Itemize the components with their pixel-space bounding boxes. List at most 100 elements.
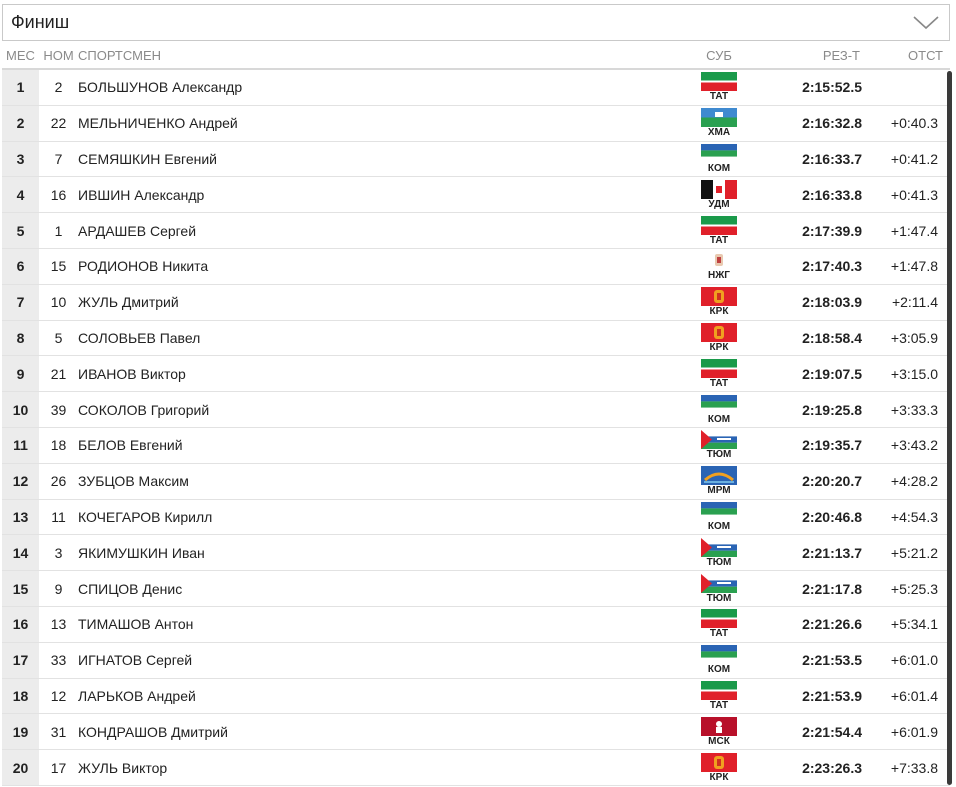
- table-row[interactable]: 10 39 СОКОЛОВ Григорий КОМ 2:19:25.8 +3:33.3: [2, 392, 950, 428]
- header-name[interactable]: СПОРТСМЕН: [78, 48, 684, 63]
- cell-athlete-name[interactable]: БОЛЬШУНОВ Александр: [78, 79, 684, 95]
- cell-region: ТАТ: [684, 609, 754, 639]
- cell-region: КРК: [684, 287, 754, 317]
- header-sub[interactable]: СУБ: [684, 48, 754, 63]
- table-row[interactable]: 12 26 ЗУБЦОВ Максим МРМ 2:20:20.7 +4:28.2: [2, 463, 950, 500]
- cell-athlete-name[interactable]: ИВШИН Александр: [78, 187, 684, 203]
- krk-flag-icon: [701, 287, 737, 307]
- cell-position: 14: [2, 535, 39, 571]
- cell-bib-number: 21: [50, 365, 67, 382]
- cell-gap: +6:01.9: [890, 723, 938, 740]
- cell-athlete-name[interactable]: ЖУЛЬ Виктор: [78, 760, 684, 776]
- tum-flag-icon: [701, 430, 737, 450]
- cell-position: 19: [2, 714, 39, 750]
- table-row[interactable]: 3 7 СЕМЯШКИН Евгений КОМ 2:16:33.7 +0:41.2: [2, 141, 950, 178]
- cell-result: 2:21:26.6: [802, 616, 862, 633]
- table-row[interactable]: 18 12 ЛАРЬКОВ Андрей ТАТ 2:21:53.9 +6:01.4: [2, 678, 950, 715]
- table-row[interactable]: 11 18 БЕЛОВ Евгений ТЮМ 2:19:35.7 +3:43.2: [2, 427, 950, 464]
- cell-result: 2:19:25.8: [802, 401, 862, 418]
- cell-result: 2:15:52.5: [802, 79, 862, 96]
- cell-result: 2:16:32.8: [802, 115, 862, 132]
- cell-region: КОМ: [684, 143, 754, 174]
- region-code: КОМ: [707, 162, 731, 174]
- table-row[interactable]: 17 33 ИГНАТОВ Сергей КОМ 2:21:53.5 +6:01.0: [2, 642, 950, 679]
- tat-flag-icon: [701, 609, 737, 629]
- scrollbar[interactable]: [947, 71, 952, 785]
- cell-athlete-name[interactable]: КОНДРАШОВ Дмитрий: [78, 724, 684, 740]
- kom-flag-icon: [701, 645, 737, 665]
- cell-athlete-name[interactable]: СОКОЛОВ Григорий: [78, 402, 684, 418]
- cell-athlete-name[interactable]: ЗУБЦОВ Максим: [78, 473, 684, 489]
- header-gap[interactable]: ОТСТ: [862, 48, 948, 63]
- cell-position: 8: [2, 320, 39, 356]
- cell-region: МСК: [684, 716, 754, 747]
- region-code: КРК: [709, 771, 729, 783]
- table-row[interactable]: 2 22 МЕЛЬНИЧЕНКО Андрей ХМА 2:16:32.8 +0:40.3: [2, 105, 950, 142]
- cell-position: 11: [2, 427, 39, 463]
- table-row[interactable]: 20 17 ЖУЛЬ Виктор КРК 2:23:26.3 +7:33.8: [2, 750, 950, 786]
- dropdown-label: Финиш: [11, 12, 70, 32]
- cell-gap: +4:54.3: [890, 508, 938, 525]
- table-row[interactable]: 13 11 КОЧЕГАРОВ Кирилл КОМ 2:20:46.8 +4:54.3: [2, 499, 950, 536]
- region-code: КРК: [709, 341, 729, 353]
- cell-athlete-name[interactable]: СЕМЯШКИН Евгений: [78, 151, 684, 167]
- cell-bib-number: 18: [50, 437, 67, 454]
- region-code: ТАТ: [709, 234, 729, 246]
- cell-result: 2:21:17.8: [802, 580, 862, 597]
- table-row[interactable]: 4 16 ИВШИН Александр УДМ 2:16:33.8 +0:41.3: [2, 177, 950, 214]
- kom-flag-icon: [701, 143, 737, 163]
- cell-position: 12: [2, 463, 39, 499]
- header-pos[interactable]: МЕС: [2, 48, 39, 63]
- cell-position: 1: [2, 70, 39, 105]
- region-code: КОМ: [707, 413, 731, 425]
- cell-athlete-name[interactable]: СОЛОВЬЕВ Павел: [78, 330, 684, 346]
- cell-athlete-name[interactable]: ИВАНОВ Виктор: [78, 366, 684, 382]
- table-row[interactable]: 7 10 ЖУЛЬ Дмитрий КРК 2:18:03.9 +2:11.4: [2, 284, 950, 321]
- table-row[interactable]: 6 15 РОДИОНОВ Никита НЖГ 2:17:40.3 +1:47.8: [2, 248, 950, 285]
- header-result[interactable]: РЕЗ-Т: [754, 48, 862, 63]
- cell-position: 18: [2, 678, 39, 714]
- cell-athlete-name[interactable]: ЯКИМУШКИН Иван: [78, 545, 684, 561]
- cell-result: 2:19:35.7: [802, 437, 862, 454]
- table-row[interactable]: 19 31 КОНДРАШОВ Дмитрий МСК 2:21:54.4 +6:01.9: [2, 714, 950, 751]
- table-row[interactable]: 14 3 ЯКИМУШКИН Иван ТЮМ 2:21:13.7 +5:21.2: [2, 535, 950, 572]
- cell-region: ТЮМ: [684, 430, 754, 460]
- cell-athlete-name[interactable]: МЕЛЬНИЧЕНКО Андрей: [78, 115, 684, 131]
- cell-athlete-name[interactable]: ТИМАШОВ Антон: [78, 616, 684, 632]
- cell-region: МРМ: [684, 466, 754, 496]
- cell-region: ТЮМ: [684, 573, 754, 604]
- cell-athlete-name[interactable]: БЕЛОВ Евгений: [78, 437, 684, 453]
- cell-result: 2:21:53.5: [802, 652, 862, 669]
- table-row[interactable]: 15 9 СПИЦОВ Денис ТЮМ 2:21:17.8 +5:25.3: [2, 571, 950, 607]
- cell-position: 10: [2, 392, 39, 427]
- table-row[interactable]: 1 2 БОЛЬШУНОВ Александр ТАТ 2:15:52.5: [2, 70, 950, 106]
- region-code: КРК: [709, 306, 729, 318]
- cell-athlete-name[interactable]: ЛАРЬКОВ Андрей: [78, 688, 684, 704]
- cell-bib-number: 15: [50, 258, 67, 275]
- cell-region: КОМ: [684, 501, 754, 532]
- krk-flag-icon: [701, 752, 737, 772]
- cell-athlete-name[interactable]: РОДИОНОВ Никита: [78, 258, 684, 274]
- cell-bib-number: 11: [51, 508, 66, 525]
- header-num[interactable]: НОМ: [39, 48, 78, 63]
- cell-gap: +4:28.2: [890, 473, 938, 490]
- cell-athlete-name[interactable]: ИГНАТОВ Сергей: [78, 652, 684, 668]
- cell-gap: +0:40.3: [890, 115, 938, 132]
- cell-region: КОМ: [684, 645, 754, 675]
- results-table: МЕС НОМ СПОРТСМЕН СУБ РЕЗ-Т ОТСТ 1 2 БОЛЬШ…: [2, 42, 950, 787]
- table-row[interactable]: 8 5 СОЛОВЬЕВ Павел КРК 2:18:58.4 +3:05.9: [2, 320, 950, 357]
- cell-gap: +5:21.2: [890, 544, 938, 561]
- cell-region: НЖГ: [684, 251, 754, 281]
- table-row[interactable]: 9 21 ИВАНОВ Виктор ТАТ 2:19:07.5 +3:15.0: [2, 356, 950, 393]
- cell-bib-number: 1: [54, 222, 63, 239]
- tat-flag-icon: [701, 358, 737, 378]
- cell-position: 20: [2, 750, 39, 785]
- cell-region: ТАТ: [684, 358, 754, 389]
- table-row[interactable]: 5 1 АРДАШЕВ Сергей ТАТ 2:17:39.9 +1:47.4: [2, 213, 950, 249]
- stage-dropdown[interactable]: Финиш: [2, 4, 950, 41]
- cell-athlete-name[interactable]: СПИЦОВ Денис: [78, 581, 684, 597]
- cell-athlete-name[interactable]: ЖУЛЬ Дмитрий: [78, 294, 684, 310]
- table-row[interactable]: 16 13 ТИМАШОВ Антон ТАТ 2:21:26.6 +5:34.1: [2, 606, 950, 643]
- cell-athlete-name[interactable]: АРДАШЕВ Сергей: [78, 223, 684, 239]
- cell-athlete-name[interactable]: КОЧЕГАРОВ Кирилл: [78, 509, 684, 525]
